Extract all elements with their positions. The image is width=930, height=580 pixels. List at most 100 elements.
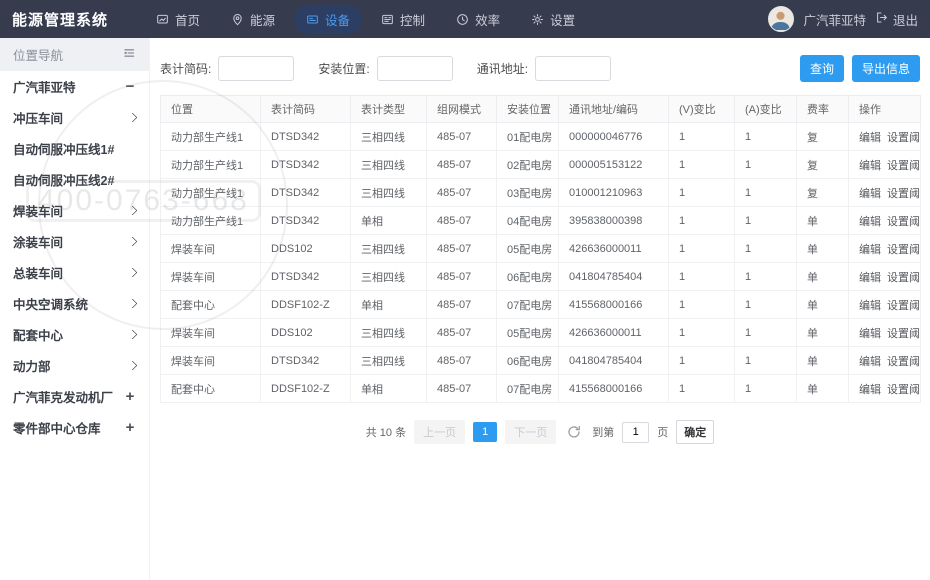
sidebar-item[interactable]: 总装车间 <box>0 257 149 288</box>
sidebar-item[interactable]: 配套中心 <box>0 319 149 350</box>
collapse-nav-icon[interactable] <box>122 46 136 63</box>
edit-link[interactable]: 编辑 <box>859 384 881 396</box>
chevron-right-icon[interactable] <box>128 330 138 340</box>
table-actions-cell: 编辑设置阈值 <box>849 179 921 207</box>
nav-item-energy[interactable]: 能源 <box>219 5 287 34</box>
gear-icon <box>531 13 544 26</box>
expand-plus-icon[interactable]: + <box>124 420 136 435</box>
logout-button[interactable]: 退出 <box>875 10 918 29</box>
sidebar-item[interactable]: 零件部中心仓库+ <box>0 412 149 443</box>
edit-link[interactable]: 编辑 <box>859 300 881 312</box>
nav-item-efficiency[interactable]: 效率 <box>444 5 512 34</box>
chevron-right-icon[interactable] <box>128 299 138 309</box>
set-threshold-link[interactable]: 设置阈值 <box>887 160 921 172</box>
set-threshold-link[interactable]: 设置阈值 <box>887 384 921 396</box>
chevron-right-icon[interactable] <box>128 361 138 371</box>
query-button[interactable]: 查询 <box>800 55 844 82</box>
sidebar-item[interactable]: 涂装车间 <box>0 226 149 257</box>
table-cell: 复 <box>797 179 849 207</box>
table-column-header: 表计简码 <box>261 96 351 123</box>
table-cell: 485-07 <box>427 263 497 291</box>
table-cell: 485-07 <box>427 179 497 207</box>
nav-item-devices[interactable]: 设备 <box>294 5 362 34</box>
set-threshold-link[interactable]: 设置阈值 <box>887 188 921 200</box>
chevron-right-icon[interactable] <box>128 268 138 278</box>
set-threshold-link[interactable]: 设置阈值 <box>887 132 921 144</box>
edit-link[interactable]: 编辑 <box>859 216 881 228</box>
table-cell: 04配电房 <box>497 207 559 235</box>
edit-link[interactable]: 编辑 <box>859 160 881 172</box>
chevron-right-icon[interactable] <box>128 237 138 247</box>
nav-item-control[interactable]: 控制 <box>369 5 437 34</box>
table-actions-cell: 编辑设置阈值 <box>849 235 921 263</box>
table-cell: 三相四线 <box>351 179 427 207</box>
edit-link[interactable]: 编辑 <box>859 356 881 368</box>
sidebar-item[interactable]: 中央空调系统 <box>0 288 149 319</box>
nav-item-label: 设置 <box>550 10 575 29</box>
collapse-minus-icon[interactable]: − <box>124 79 136 94</box>
sidebar-item[interactable]: 自动伺服冲压线2# <box>0 164 149 195</box>
set-threshold-link[interactable]: 设置阈值 <box>887 216 921 228</box>
table-cell: 05配电房 <box>497 235 559 263</box>
table-cell: 配套中心 <box>161 375 261 403</box>
logout-icon <box>875 11 888 27</box>
set-threshold-link[interactable]: 设置阈值 <box>887 272 921 284</box>
table-actions-cell: 编辑设置阈值 <box>849 263 921 291</box>
table-cell: 426636000011 <box>559 235 669 263</box>
edit-link[interactable]: 编辑 <box>859 188 881 200</box>
meter-code-field: 表计简码: <box>160 56 294 81</box>
sidebar-item[interactable]: 冲压车间 <box>0 102 149 133</box>
refresh-icon[interactable] <box>567 425 581 439</box>
table-column-header: 组网模式 <box>427 96 497 123</box>
table-column-header: 表计类型 <box>351 96 427 123</box>
table-cell: 单 <box>797 291 849 319</box>
table-cell: 426636000011 <box>559 319 669 347</box>
table-cell: 动力部生产线1 <box>161 179 261 207</box>
set-threshold-link[interactable]: 设置阈值 <box>887 328 921 340</box>
comm-address-input[interactable] <box>535 56 611 81</box>
table-column-header: (V)变比 <box>669 96 735 123</box>
meter-code-input[interactable] <box>218 56 294 81</box>
table-cell: 000000046776 <box>559 123 669 151</box>
export-button[interactable]: 导出信息 <box>852 55 920 82</box>
chevron-right-icon[interactable] <box>128 206 138 216</box>
sidebar-item-label: 中央空调系统 <box>13 294 88 313</box>
install-location-input[interactable] <box>377 56 453 81</box>
prev-page-button[interactable]: 上一页 <box>414 420 465 444</box>
edit-link[interactable]: 编辑 <box>859 132 881 144</box>
sidebar-header-label: 位置导航 <box>13 45 63 64</box>
sidebar-item[interactable]: 自动伺服冲压线1# <box>0 133 149 164</box>
nav-item-home[interactable]: 首页 <box>144 5 212 34</box>
table-cell: 415568000166 <box>559 375 669 403</box>
sidebar-item[interactable]: 动力部 <box>0 350 149 381</box>
sidebar-item[interactable]: 广汽菲克发动机厂+ <box>0 381 149 412</box>
sidebar-item-label: 总装车间 <box>13 263 63 282</box>
table-cell: 1 <box>735 375 797 403</box>
table-column-header: (A)变比 <box>735 96 797 123</box>
edit-link[interactable]: 编辑 <box>859 328 881 340</box>
set-threshold-link[interactable]: 设置阈值 <box>887 300 921 312</box>
chevron-right-icon[interactable] <box>128 113 138 123</box>
sidebar-item[interactable]: 焊装车间 <box>0 195 149 226</box>
table-cell: 041804785404 <box>559 263 669 291</box>
table-cell: 485-07 <box>427 151 497 179</box>
table-cell: 010001210963 <box>559 179 669 207</box>
page-number-button[interactable]: 1 <box>473 422 497 442</box>
goto-confirm-button[interactable]: 确定 <box>676 420 714 444</box>
set-threshold-link[interactable]: 设置阈值 <box>887 356 921 368</box>
navbar-user-area: 广汽菲亚特 退出 <box>768 6 918 32</box>
goto-page-input[interactable] <box>622 422 649 443</box>
next-page-button[interactable]: 下一页 <box>505 420 556 444</box>
edit-link[interactable]: 编辑 <box>859 272 881 284</box>
table-cell: 1 <box>669 291 735 319</box>
user-avatar[interactable] <box>768 6 794 32</box>
sidebar-item[interactable]: 广汽菲亚特− <box>0 71 149 102</box>
edit-link[interactable]: 编辑 <box>859 244 881 256</box>
set-threshold-link[interactable]: 设置阈值 <box>887 244 921 256</box>
main-content: 表计简码: 安装位置: 通讯地址: 查询 导出信息 位置表计简码表计类型组网模式… <box>150 38 930 580</box>
table-cell: 单 <box>797 207 849 235</box>
expand-plus-icon[interactable]: + <box>124 389 136 404</box>
nav-item-settings[interactable]: 设置 <box>519 5 587 34</box>
table-cell: DTSD342 <box>261 179 351 207</box>
meter-code-label: 表计简码: <box>160 60 211 77</box>
